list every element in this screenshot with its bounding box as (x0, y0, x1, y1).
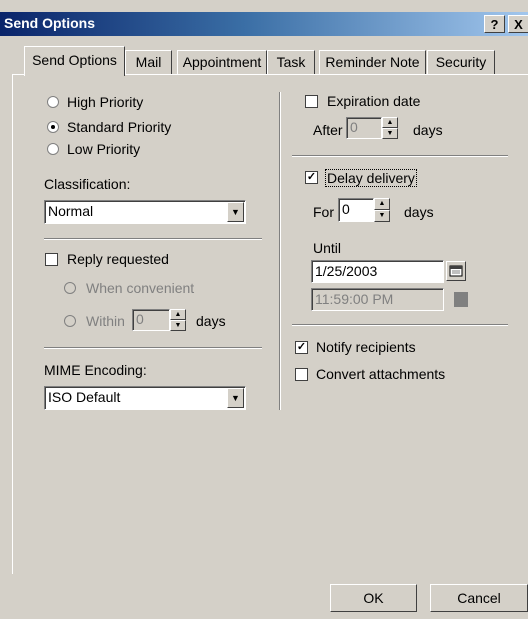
standard-priority-radio[interactable] (47, 121, 59, 133)
convert-attachments-label: Convert attachments (316, 366, 446, 382)
cancel-button[interactable]: Cancel (430, 584, 528, 612)
when-convenient-label: When convenient (86, 280, 195, 296)
within-radio[interactable] (64, 315, 76, 327)
until-time-field[interactable]: 11:59:00 PM (311, 288, 444, 311)
spin-down-icon[interactable]: ▼ (382, 128, 398, 139)
divider (44, 347, 262, 349)
send-options-dialog: Send Options ? X Send Options Mail Appoi… (0, 0, 528, 619)
classification-label: Classification: (44, 176, 131, 192)
tab-mail[interactable]: Mail (125, 50, 172, 74)
divider (44, 238, 262, 240)
for-value-field[interactable]: 0 (338, 198, 374, 222)
column-divider (279, 92, 281, 410)
delay-delivery-label: Delay delivery (325, 169, 417, 187)
for-days-label: days (404, 204, 434, 220)
until-label: Until (313, 240, 342, 256)
after-label: After (313, 122, 343, 138)
spin-up-icon[interactable]: ▲ (170, 309, 186, 320)
close-button[interactable]: X (508, 15, 528, 33)
notify-recipients-label: Notify recipients (316, 339, 416, 355)
for-label: For (313, 204, 334, 220)
expiration-date-label: Expiration date (327, 93, 421, 109)
until-date-field[interactable]: 1/25/2003 (311, 260, 444, 283)
within-value-field[interactable]: 0 (132, 309, 170, 331)
divider (292, 155, 508, 157)
reply-requested-checkbox[interactable] (45, 253, 58, 266)
high-priority-label: High Priority (67, 94, 144, 110)
within-label: Within (86, 313, 125, 329)
when-convenient-radio[interactable] (64, 282, 76, 294)
tab-task[interactable]: Task (267, 50, 315, 74)
chevron-down-icon[interactable]: ▼ (227, 388, 244, 408)
within-days-label: days (196, 313, 226, 329)
low-priority-radio[interactable] (47, 143, 59, 155)
spin-down-icon[interactable]: ▼ (374, 210, 390, 222)
spin-up-icon[interactable]: ▲ (382, 117, 398, 128)
low-priority-label: Low Priority (67, 141, 141, 157)
classification-value: Normal (48, 203, 94, 219)
spin-up-icon[interactable]: ▲ (374, 198, 390, 210)
mime-encoding-select[interactable]: ISO Default ▼ (44, 386, 246, 410)
convert-attachments-checkbox[interactable] (295, 368, 308, 381)
delay-delivery-checkbox[interactable]: ✓ (305, 171, 318, 184)
title-bar[interactable]: Send Options ? X (0, 12, 528, 36)
expiration-date-checkbox[interactable] (305, 95, 318, 108)
tab-appointment[interactable]: Appointment (177, 50, 267, 74)
mime-encoding-value: ISO Default (48, 389, 121, 405)
tab-reminder-note[interactable]: Reminder Note (319, 50, 426, 74)
time-picker-icon[interactable] (454, 292, 468, 307)
radio-selected-dot (51, 125, 55, 129)
standard-priority-label: Standard Priority (67, 119, 172, 135)
after-value-field[interactable]: 0 (346, 117, 382, 139)
spin-down-icon[interactable]: ▼ (170, 320, 186, 331)
tab-send-options[interactable]: Send Options (24, 46, 125, 76)
high-priority-radio[interactable] (47, 96, 59, 108)
help-button[interactable]: ? (484, 15, 505, 33)
classification-select[interactable]: Normal ▼ (44, 200, 246, 224)
after-days-label: days (413, 122, 443, 138)
chevron-down-icon[interactable]: ▼ (227, 202, 244, 222)
tab-security[interactable]: Security (427, 50, 495, 74)
notify-recipients-checkbox[interactable]: ✓ (295, 341, 308, 354)
divider (292, 324, 508, 326)
reply-requested-label: Reply requested (67, 251, 169, 267)
window-title: Send Options (4, 15, 95, 31)
calendar-icon[interactable] (446, 261, 466, 281)
mime-encoding-label: MIME Encoding: (44, 362, 147, 378)
ok-button[interactable]: OK (330, 584, 417, 612)
